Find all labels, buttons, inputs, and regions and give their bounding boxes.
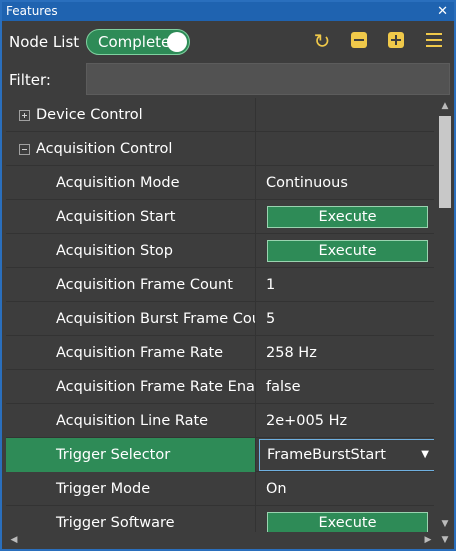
expand-all-button[interactable] [385, 30, 407, 52]
close-icon[interactable]: ✕ [437, 2, 448, 21]
feature-value-cell: Execute [257, 506, 434, 532]
feature-row-acquisition-burst-frame-count[interactable]: Acquisition Burst Frame Count 5 [6, 302, 434, 336]
feature-name: Acquisition Frame Rate Enable [6, 370, 256, 404]
feature-name: Trigger Software [6, 506, 256, 532]
category-name-cell: Device Control [6, 98, 256, 132]
category-value-cell [257, 98, 434, 132]
feature-value[interactable]: 2e+005 Hz [257, 404, 434, 438]
node-list-label: Node List [9, 33, 80, 51]
dropdown-selected-value: FrameBurstStart [267, 447, 386, 463]
scroll-right-icon[interactable]: ▶ [420, 532, 436, 549]
feature-row-acquisition-frame-rate[interactable]: Acquisition Frame Rate 258 Hz [6, 336, 434, 370]
horizontal-scrollbar[interactable]: ◀ ▶ [6, 532, 436, 549]
features-window: Features ✕ Node List Complete ↻ Filter: … [0, 0, 456, 551]
feature-row-acquisition-frame-rate-enable[interactable]: Acquisition Frame Rate Enable false [6, 370, 434, 404]
feature-row-acquisition-mode[interactable]: Acquisition Mode Continuous [6, 166, 434, 200]
scroll-down-corner-icon[interactable]: ▼ [436, 532, 454, 549]
feature-name: Acquisition Mode [6, 166, 256, 200]
feature-value[interactable]: 1 [257, 268, 434, 302]
feature-row-trigger-mode[interactable]: Trigger Mode On [6, 472, 434, 506]
category-value-cell [257, 132, 434, 166]
scroll-down-icon[interactable]: ▼ [436, 516, 454, 532]
visibility-toggle-label: Complete [98, 33, 171, 51]
feature-value[interactable]: 5 [257, 302, 434, 336]
feature-name: Acquisition Frame Rate [6, 336, 256, 370]
category-name-cell: Acquisition Control [6, 132, 256, 166]
feature-row-acquisition-stop[interactable]: Acquisition Stop Execute [6, 234, 434, 268]
feature-value-cell: FrameBurstStart ▼ [257, 438, 434, 472]
scroll-left-icon[interactable]: ◀ [6, 532, 22, 549]
toolbar: Node List Complete ↻ [2, 21, 454, 61]
acquisition-start-execute-button[interactable]: Execute [267, 206, 428, 228]
vertical-scrollbar[interactable]: ▲ ▼ [436, 98, 454, 532]
feature-name: Acquisition Line Rate [6, 404, 256, 438]
tree-category-row[interactable]: Acquisition Control [6, 132, 434, 166]
feature-value[interactable]: On [257, 472, 434, 506]
feature-name: Acquisition Frame Count [6, 268, 256, 302]
chevron-down-icon: ▼ [421, 449, 429, 460]
trigger-software-execute-button[interactable]: Execute [267, 512, 428, 532]
feature-row-acquisition-start[interactable]: Acquisition Start Execute [6, 200, 434, 234]
feature-row-trigger-software[interactable]: Trigger Software Execute [6, 506, 434, 532]
filter-input[interactable] [86, 63, 450, 95]
feature-name: Trigger Mode [6, 472, 256, 506]
feature-name: Trigger Selector [6, 438, 256, 472]
tree-category-row[interactable]: Device Control [6, 98, 434, 132]
feature-name: Acquisition Burst Frame Count [6, 302, 256, 336]
toggle-knob [167, 32, 187, 52]
expand-icon[interactable] [19, 110, 30, 121]
feature-value[interactable]: false [257, 370, 434, 404]
category-label: Acquisition Control [36, 141, 173, 157]
collapse-icon[interactable] [19, 144, 30, 155]
feature-value[interactable]: Continuous [257, 166, 434, 200]
refresh-button[interactable]: ↻ [311, 30, 333, 52]
feature-value[interactable]: 258 Hz [257, 336, 434, 370]
visibility-toggle[interactable]: Complete [86, 29, 190, 55]
feature-row-acquisition-frame-count[interactable]: Acquisition Frame Count 1 [6, 268, 434, 302]
collapse-all-button[interactable] [348, 30, 370, 52]
filter-row: Filter: [2, 61, 454, 97]
feature-value-cell: Execute [257, 234, 434, 268]
menu-button[interactable] [423, 30, 445, 52]
feature-tree: Device Control Acquisition Control Acqui… [6, 98, 434, 532]
acquisition-stop-execute-button[interactable]: Execute [267, 240, 428, 262]
feature-value-cell: Execute [257, 200, 434, 234]
feature-name: Acquisition Stop [6, 234, 256, 268]
filter-label: Filter: [9, 71, 51, 89]
category-label: Device Control [36, 107, 143, 123]
scrollbar-thumb[interactable] [439, 116, 451, 208]
title-bar: Features ✕ [2, 2, 454, 21]
window-title: Features [6, 4, 58, 18]
scroll-up-icon[interactable]: ▲ [436, 98, 454, 114]
trigger-selector-dropdown[interactable]: FrameBurstStart ▼ [259, 439, 434, 471]
collapse-icon [351, 32, 367, 48]
feature-name: Acquisition Start [6, 200, 256, 234]
feature-row-acquisition-line-rate[interactable]: Acquisition Line Rate 2e+005 Hz [6, 404, 434, 438]
refresh-icon: ↻ [313, 29, 331, 53]
hamburger-icon [426, 32, 442, 47]
feature-row-trigger-selector[interactable]: Trigger Selector FrameBurstStart ▼ [6, 438, 434, 472]
expand-icon [388, 32, 404, 48]
